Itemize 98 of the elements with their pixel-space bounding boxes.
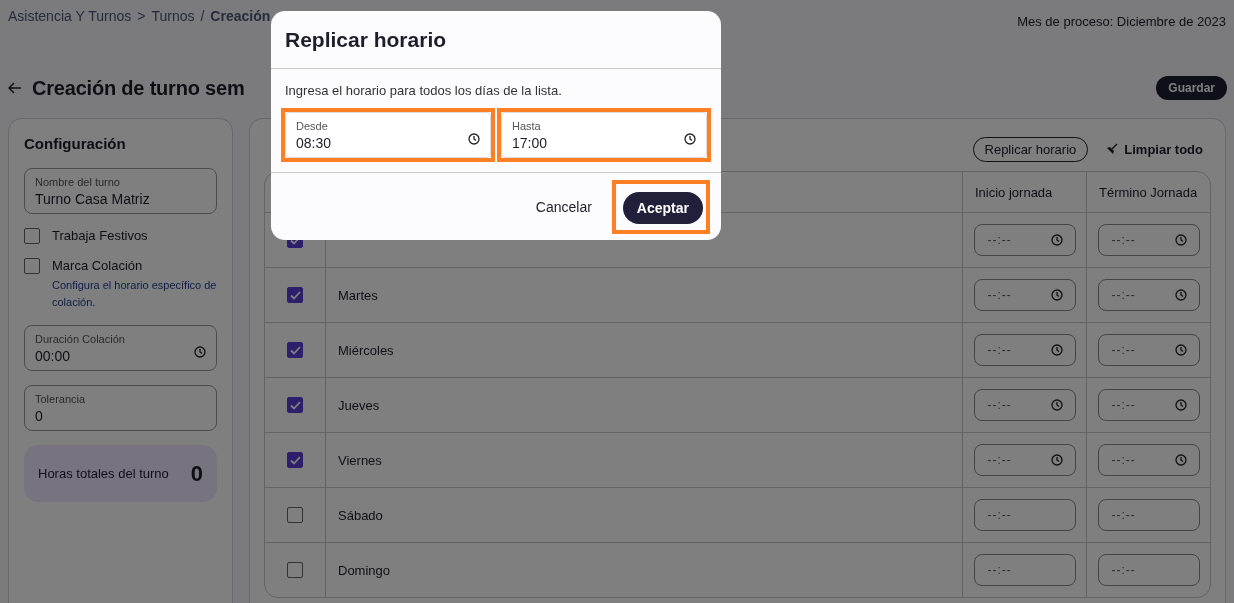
hint-text: Configura el horario específico de colación. xyxy=(52,278,217,310)
check-icon xyxy=(289,345,301,355)
checkbox[interactable] xyxy=(24,258,40,274)
field-label: Nombre del turno xyxy=(35,176,121,188)
clock-icon xyxy=(1174,234,1187,246)
time-placeholder: --:-- xyxy=(1111,453,1136,467)
accept-button[interactable]: Aceptar xyxy=(622,191,703,224)
checkbox[interactable] xyxy=(24,228,40,244)
checkbox-label: Marca Colación xyxy=(52,258,144,273)
day-cell: Domingo xyxy=(325,543,962,597)
time-field[interactable]: --:-- xyxy=(1097,279,1200,311)
day-cell: Sábado xyxy=(325,488,962,542)
time-placeholder: --:-- xyxy=(987,343,1012,357)
time-field[interactable]: --:-- xyxy=(973,389,1076,421)
time-placeholder: --:-- xyxy=(987,398,1012,412)
time-field[interactable]: Desde 08:30 xyxy=(285,112,491,158)
time-field[interactable]: --:-- xyxy=(973,499,1076,531)
time-field[interactable]: --:-- xyxy=(1097,389,1200,421)
save-button[interactable]: Guardar xyxy=(1156,76,1227,100)
time-placeholder: --:-- xyxy=(1111,288,1136,302)
checkbox[interactable] xyxy=(287,287,303,303)
clock-icon xyxy=(1174,399,1187,411)
time-placeholder: --:-- xyxy=(987,233,1012,247)
checkbox[interactable] xyxy=(287,562,303,578)
time-placeholder: --:-- xyxy=(1111,508,1136,522)
time-field[interactable]: --:-- xyxy=(1097,334,1200,366)
time-placeholder: --:-- xyxy=(987,453,1012,467)
clock-icon xyxy=(1174,289,1187,301)
page-title: Creación de turno sem xyxy=(32,76,245,100)
clear-all-button[interactable]: Limpiar todo xyxy=(1106,141,1211,157)
text-field[interactable]: Nombre del turno Turno Casa Matriz xyxy=(24,168,217,214)
day-cell: Viernes xyxy=(325,433,962,487)
clock-icon xyxy=(684,133,696,145)
time-placeholder: --:-- xyxy=(1111,563,1136,577)
card-title: Configuración xyxy=(24,135,127,152)
field-value: Turno Casa Matriz xyxy=(35,191,150,207)
checkbox[interactable] xyxy=(287,342,303,358)
checkbox[interactable] xyxy=(287,507,303,523)
time-field[interactable]: --:-- xyxy=(1097,444,1200,476)
check-icon xyxy=(289,455,301,465)
time-field[interactable]: --:-- xyxy=(973,224,1076,256)
process-month: Mes de proceso: Diciembre de 2023 xyxy=(1017,14,1226,29)
clock-icon xyxy=(194,346,206,358)
time-placeholder: --:-- xyxy=(987,563,1012,577)
time-field[interactable]: --:-- xyxy=(1097,499,1200,531)
dialog-title: Replicar horario xyxy=(271,11,721,69)
time-field[interactable]: --:-- xyxy=(1097,224,1200,256)
check-icon xyxy=(289,400,301,410)
clock-icon xyxy=(1050,289,1063,301)
clock-icon xyxy=(1050,234,1063,246)
clock-icon xyxy=(1050,399,1063,411)
breadcrumb-item[interactable]: Turnos xyxy=(151,8,195,24)
checkbox[interactable] xyxy=(287,397,303,413)
cancel-button[interactable]: Cancelar xyxy=(529,197,598,216)
column-header: Término Jornada xyxy=(1086,172,1210,212)
breadcrumb-separator: / xyxy=(200,8,205,24)
field-label: Desde xyxy=(296,120,329,132)
total-value: 0 xyxy=(190,460,203,487)
time-field[interactable]: --:-- xyxy=(1097,554,1200,586)
time-placeholder: --:-- xyxy=(987,288,1012,302)
time-field[interactable]: Duración Colación 00:00 xyxy=(24,325,217,371)
breadcrumb-item: Creación xyxy=(210,8,271,24)
day-cell: Martes xyxy=(325,268,962,322)
day-cell: Jueves xyxy=(325,378,962,432)
breadcrumb-item[interactable]: Asistencia Y Turnos xyxy=(8,8,132,24)
column-header: Inicio jornada xyxy=(962,172,1086,212)
field-label: Tolerancia xyxy=(35,393,86,405)
back-arrow-icon[interactable] xyxy=(8,82,22,94)
field-label: Hasta xyxy=(512,120,542,132)
day-cell: Miércoles xyxy=(325,323,962,377)
clock-icon xyxy=(1050,344,1063,356)
field-value: 0 xyxy=(35,408,44,424)
time-placeholder: --:-- xyxy=(1111,343,1136,357)
field-value: 17:00 xyxy=(512,135,548,151)
clock-icon xyxy=(1174,344,1187,356)
time-field[interactable]: --:-- xyxy=(973,554,1076,586)
time-placeholder: --:-- xyxy=(1111,398,1136,412)
time-field[interactable]: --:-- xyxy=(973,334,1076,366)
field-label: Duración Colación xyxy=(35,333,125,345)
time-placeholder: --:-- xyxy=(987,508,1012,522)
dialog-text: Ingresa el horario para todos los días de la lista. xyxy=(285,83,563,98)
text-field[interactable]: Tolerancia 0 xyxy=(24,385,217,431)
breadcrumb-separator: > xyxy=(137,8,146,24)
clock-icon xyxy=(468,133,480,145)
checkbox-label: Trabaja Festivos xyxy=(52,228,148,243)
clock-icon xyxy=(1174,454,1187,466)
broom-icon xyxy=(1106,143,1119,155)
check-icon xyxy=(289,290,301,300)
time-field[interactable]: --:-- xyxy=(973,279,1076,311)
clock-icon xyxy=(1050,454,1063,466)
time-field[interactable]: --:-- xyxy=(973,444,1076,476)
time-placeholder: --:-- xyxy=(1111,233,1136,247)
field-value: 00:00 xyxy=(35,348,72,364)
time-field[interactable]: Hasta 17:00 xyxy=(501,112,707,158)
checkbox[interactable] xyxy=(287,452,303,468)
field-value: 08:30 xyxy=(296,135,332,151)
total-label: Horas totales del turno xyxy=(38,466,169,481)
replicate-button[interactable]: Replicar horario xyxy=(972,136,1089,162)
